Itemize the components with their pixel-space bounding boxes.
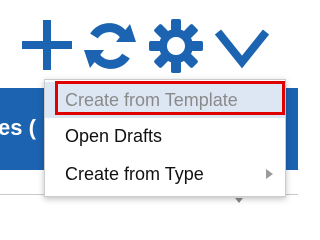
plus-icon[interactable] — [20, 18, 74, 72]
gear-icon[interactable] — [148, 18, 204, 74]
chevron-down-icon[interactable] — [214, 18, 270, 74]
menu-item-open-drafts[interactable]: Open Drafts — [45, 118, 285, 154]
menu-item-label: Open Drafts — [65, 126, 163, 146]
refresh-icon[interactable] — [82, 18, 138, 74]
menu-item-label: Create from Type — [65, 164, 204, 184]
menu-item-create-from-template[interactable]: Create from Template — [45, 82, 285, 118]
toolbar — [0, 0, 298, 88]
menu-item-label: Create from Template — [65, 90, 238, 110]
screen: es ( Create from Template Open Drafts Cr… — [0, 0, 298, 206]
dropdown-menu: Create from Template Open Drafts Create … — [44, 79, 286, 197]
submenu-arrow-icon — [266, 169, 273, 179]
dropdown-arrow-icon[interactable] — [235, 198, 243, 203]
menu-item-create-from-type[interactable]: Create from Type — [45, 156, 285, 192]
header-partial-title: es ( — [0, 115, 36, 140]
